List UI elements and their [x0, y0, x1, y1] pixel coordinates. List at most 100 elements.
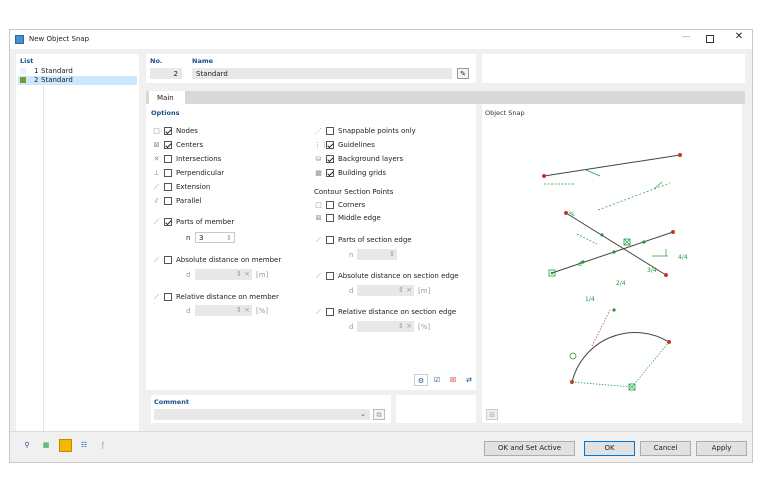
perpendicular-label: Perpendicular	[176, 169, 225, 177]
parts-section-icon: ⟋	[316, 236, 321, 244]
parallel-checkbox[interactable]	[164, 197, 172, 205]
corners-checkbox[interactable]	[326, 201, 334, 209]
parts-section-checkbox[interactable]	[326, 236, 334, 244]
parts-of-member-checkbox[interactable]	[164, 218, 172, 226]
rel-member-d-label: d	[186, 307, 191, 315]
check-all-icon[interactable]: ☑	[430, 374, 444, 386]
chevron-down-icon[interactable]: ⌄	[360, 410, 366, 418]
abs-member-unit: [m]	[256, 271, 269, 279]
perpendicular-checkbox[interactable]	[164, 169, 172, 177]
abs-section-d-label: d	[349, 287, 354, 295]
abs-member-label: Absolute distance on member	[176, 256, 282, 264]
parts-of-member-n-field[interactable]: 3 ⇕	[195, 232, 235, 243]
search-icon[interactable]: ⚲	[20, 439, 34, 451]
intersections-label: Intersections	[176, 155, 222, 163]
building-grids-icon: ▦	[315, 169, 322, 177]
options-header: Options	[151, 109, 180, 117]
parallel-icon: ⫽	[154, 197, 159, 205]
abs-member-d-label: d	[186, 271, 191, 279]
color-swatch-icon[interactable]	[59, 439, 72, 452]
abs-member-checkbox[interactable]	[164, 256, 172, 264]
list-item[interactable]: 1 Standard	[18, 67, 137, 76]
preview-settings-icon[interactable]: ⊞	[486, 409, 498, 420]
centers-icon: ⊠	[153, 141, 160, 149]
formula-icon[interactable]: ƒ	[96, 439, 110, 451]
list-item-selected[interactable]: 2 Standard	[18, 76, 137, 85]
background-layers-icon: ⛁	[315, 155, 322, 163]
intersections-checkbox[interactable]	[164, 155, 172, 163]
centers-label: Centers	[176, 141, 204, 149]
middle-edge-checkbox[interactable]	[326, 214, 334, 222]
object-snap-diagram	[542, 153, 682, 391]
cancel-button[interactable]: Cancel	[640, 441, 691, 456]
rel-member-checkbox[interactable]	[164, 293, 172, 301]
parts-section-n-field[interactable]: ⇕	[357, 249, 397, 260]
stepper-icon[interactable]: ⇕	[389, 250, 395, 258]
maximize-icon[interactable]	[706, 35, 714, 43]
rel-section-icon: ⟋	[316, 308, 321, 316]
no-field[interactable]: 2	[150, 68, 182, 79]
ok-button[interactable]: OK	[584, 441, 635, 456]
parts-section-label: Parts of section edge	[338, 236, 412, 244]
snap-label-pct: %	[569, 211, 575, 218]
centers-checkbox[interactable]	[164, 141, 172, 149]
parameters-icon[interactable]: ☷	[77, 439, 91, 451]
abs-section-d-field[interactable]: ⇕ ×	[357, 285, 414, 296]
rel-member-icon: ⟋	[154, 293, 159, 301]
parallel-label: Parallel	[176, 197, 202, 205]
nodes-icon: □	[153, 127, 160, 135]
rel-member-unit: [%]	[256, 307, 269, 315]
guidelines-checkbox[interactable]	[326, 141, 334, 149]
settings-icon[interactable]: ⚙	[414, 374, 428, 386]
stepper-icon[interactable]: ⇕	[226, 234, 232, 242]
name-field[interactable]: Standard	[192, 68, 452, 79]
comment-field[interactable]: ⌄	[154, 409, 370, 420]
rel-member-d-field[interactable]: ⇕ ×	[195, 305, 252, 316]
snap-label-quarter4: 4/4	[678, 254, 688, 261]
snap-label-quarter1: 1/4	[585, 296, 595, 303]
edit-name-icon[interactable]: ✎	[457, 68, 469, 79]
name-value: Standard	[196, 70, 228, 78]
units-icon[interactable]: ▦	[39, 439, 53, 451]
tab-strip	[146, 91, 745, 104]
list-item-number: 2	[34, 76, 39, 84]
stepper-icon[interactable]: ⇕ ×	[398, 286, 412, 294]
record-panel: No. 2 Name Standard ✎	[146, 54, 476, 83]
app-icon	[15, 35, 24, 44]
snap-label-quarter2: 2/4	[616, 280, 626, 287]
parts-of-member-n-value: 3	[199, 234, 204, 242]
close-icon[interactable]: ✕	[732, 31, 746, 47]
comment-edit-icon[interactable]: ⧉	[373, 409, 385, 420]
rel-section-d-field[interactable]: ⇕ ×	[357, 321, 414, 332]
stepper-icon[interactable]: ⇕ ×	[398, 322, 412, 330]
parts-section-n-label: n	[349, 251, 354, 259]
ok-and-set-active-button[interactable]: OK and Set Active	[484, 441, 575, 456]
snap-label-quarter3: 3/4	[647, 267, 657, 274]
background-layers-label: Background layers	[338, 155, 404, 163]
abs-section-checkbox[interactable]	[326, 272, 334, 280]
parts-of-member-n-label: n	[186, 234, 191, 242]
stepper-icon[interactable]: ⇕ ×	[236, 306, 250, 314]
abs-section-icon: ⟋	[316, 272, 321, 280]
name-label: Name	[192, 57, 214, 65]
abs-member-d-field[interactable]: ⇕ ×	[195, 269, 252, 280]
uncheck-all-icon[interactable]: ☒	[446, 374, 460, 386]
snappable-icon: ⋰	[315, 127, 322, 135]
list-divider	[43, 86, 44, 438]
apply-button[interactable]: Apply	[696, 441, 747, 456]
background-layers-checkbox[interactable]	[326, 155, 334, 163]
no-label: No.	[150, 57, 163, 65]
minimize-icon[interactable]: —	[679, 32, 693, 46]
building-grids-checkbox[interactable]	[326, 169, 334, 177]
invert-selection-icon[interactable]: ⇄	[462, 374, 476, 386]
stepper-icon[interactable]: ⇕ ×	[236, 270, 250, 278]
tab-main[interactable]: Main	[149, 91, 185, 104]
extension-checkbox[interactable]	[164, 183, 172, 191]
rel-section-checkbox[interactable]	[326, 308, 334, 316]
guidelines-label: Guidelines	[338, 141, 375, 149]
nodes-checkbox[interactable]	[164, 127, 172, 135]
rel-member-label: Relative distance on member	[176, 293, 279, 301]
list-item-name: Standard	[41, 67, 73, 75]
comment-aux-panel	[396, 395, 476, 423]
snappable-checkbox[interactable]	[326, 127, 334, 135]
